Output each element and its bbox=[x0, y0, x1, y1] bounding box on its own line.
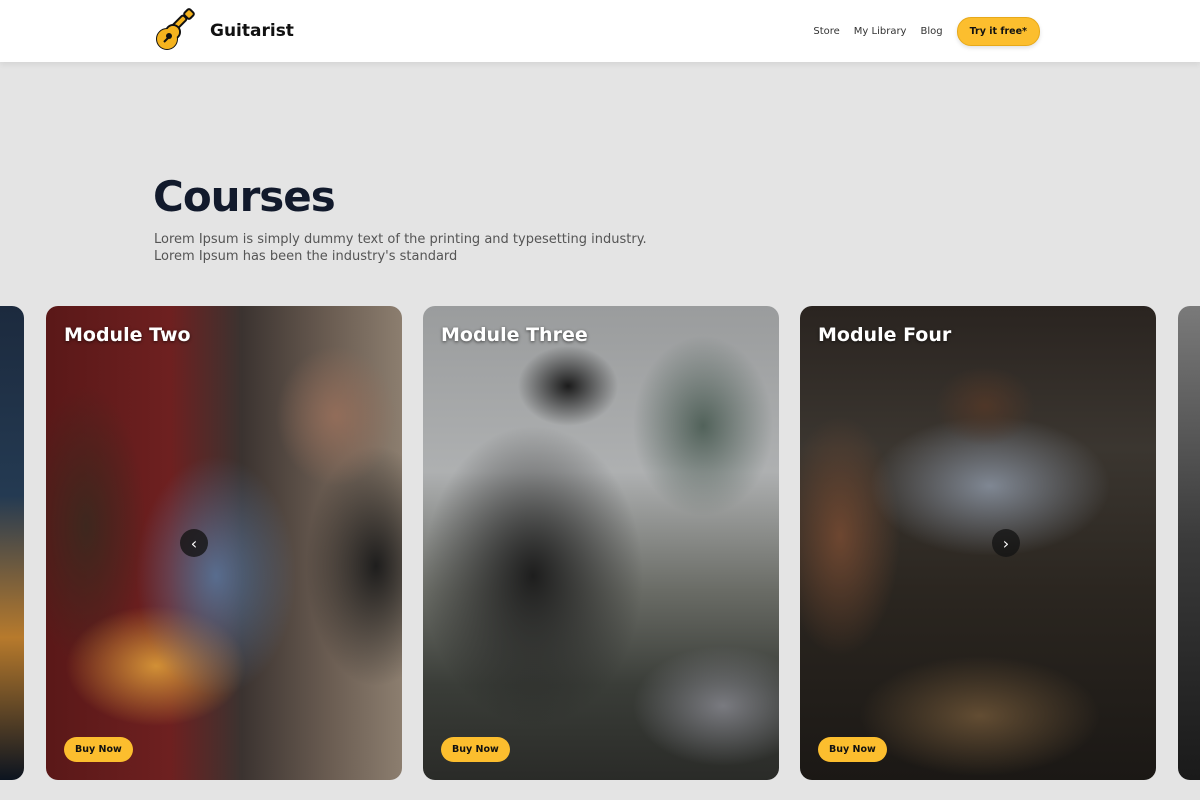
card-image bbox=[46, 306, 402, 780]
courses-carousel: Module Two Buy Now Module Three Buy Now … bbox=[0, 306, 1200, 780]
description-line-2: Lorem Ipsum has been the industry's stan… bbox=[154, 249, 458, 264]
brand[interactable]: Guitarist bbox=[152, 8, 294, 54]
course-card-module-two[interactable]: Module Two Buy Now bbox=[46, 306, 402, 780]
nav-my-library[interactable]: My Library bbox=[854, 26, 907, 37]
buy-now-button[interactable]: Buy Now bbox=[441, 737, 510, 762]
buy-now-button[interactable]: Buy Now bbox=[818, 737, 887, 762]
course-card-partial-right[interactable] bbox=[1178, 306, 1200, 780]
card-title: Module Three bbox=[441, 324, 588, 346]
buy-now-button[interactable]: Buy Now bbox=[64, 737, 133, 762]
description-line-1: Lorem Ipsum is simply dummy text of the … bbox=[154, 232, 647, 247]
try-free-button[interactable]: Try it free* bbox=[956, 16, 1040, 46]
nav-blog[interactable]: Blog bbox=[920, 26, 942, 37]
course-card-partial-left[interactable] bbox=[0, 306, 24, 780]
page-title: Courses bbox=[153, 172, 336, 221]
nav-store[interactable]: Store bbox=[813, 26, 839, 37]
card-title: Module Two bbox=[64, 324, 191, 346]
course-card-module-four[interactable]: Module Four Buy Now bbox=[800, 306, 1156, 780]
brand-name: Guitarist bbox=[210, 21, 294, 41]
carousel-prev-arrow[interactable]: ‹ bbox=[180, 529, 208, 557]
site-header: Guitarist Store My Library Blog Try it f… bbox=[0, 0, 1200, 62]
page-description: Lorem Ipsum is simply dummy text of the … bbox=[154, 231, 674, 265]
carousel-next-arrow[interactable]: › bbox=[992, 529, 1020, 557]
course-card-module-three[interactable]: Module Three Buy Now bbox=[423, 306, 779, 780]
card-title: Module Four bbox=[818, 324, 952, 346]
card-image bbox=[800, 306, 1156, 780]
card-image bbox=[423, 306, 779, 780]
main-nav: Store My Library Blog Try it free* bbox=[813, 16, 1040, 46]
guitar-logo-icon bbox=[156, 8, 195, 50]
